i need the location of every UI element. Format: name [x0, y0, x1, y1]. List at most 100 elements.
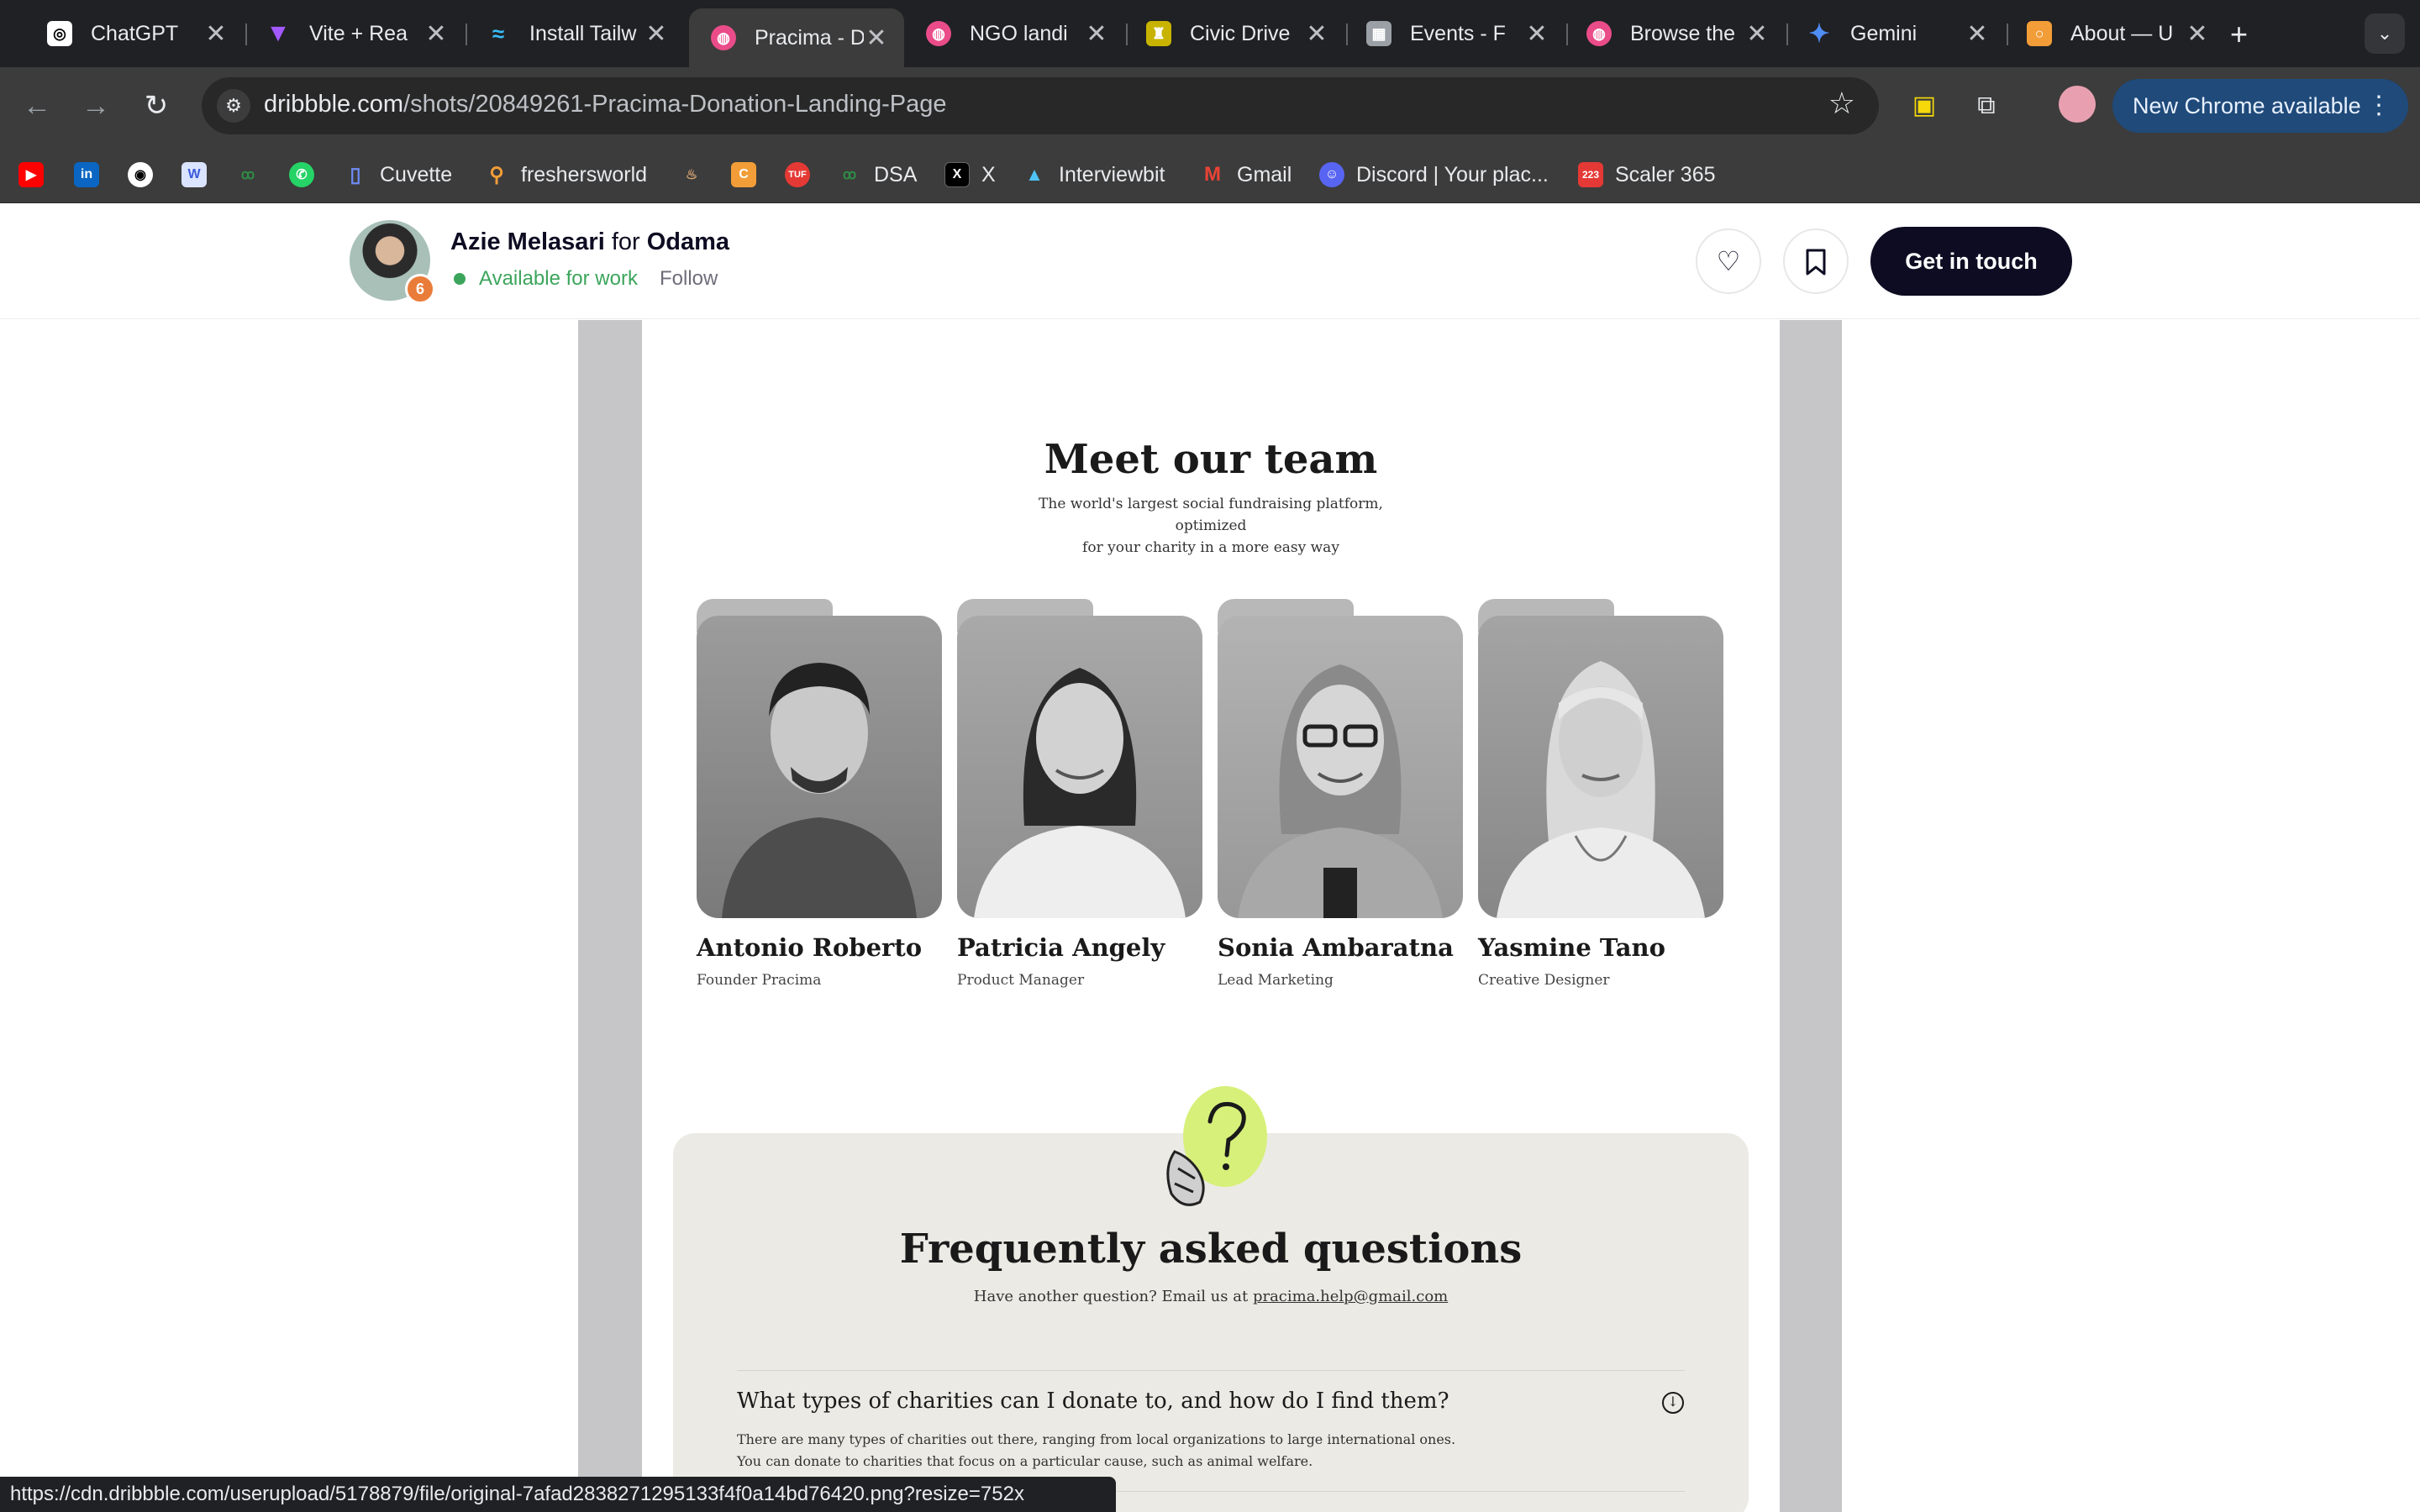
- back-button[interactable]: ←: [17, 86, 57, 126]
- member-photo: [697, 599, 942, 918]
- events-icon: ▦: [1366, 21, 1392, 46]
- bookmark-codechef[interactable]: ♨: [679, 160, 704, 190]
- faq-answer: There are many types of charities out th…: [737, 1431, 1456, 1469]
- gfg-icon: ꝏ: [240, 168, 255, 182]
- browser-tab[interactable]: ♜ Civic Drive ✕: [1124, 8, 1344, 59]
- close-icon[interactable]: ✕: [424, 19, 449, 49]
- bookmark-interviewbit[interactable]: ▲ Interviewbit: [1022, 160, 1165, 190]
- browser-tab[interactable]: ◍ NGO landi ✕: [904, 8, 1124, 59]
- team-member-card: Patricia Angely Product Manager: [957, 599, 1202, 989]
- designer-name[interactable]: Azie Melasari: [450, 228, 605, 255]
- like-button[interactable]: ♡: [1696, 228, 1761, 294]
- bookmark-linkedin[interactable]: in: [74, 160, 99, 190]
- bookmark-freshersworld[interactable]: ⚲ freshersworld: [484, 160, 647, 190]
- codechef-icon: ♨: [685, 168, 698, 182]
- browser-tab[interactable]: ○ About — U ✕: [2005, 8, 2225, 59]
- faq-subtitle: Have another question? Email us at praci…: [973, 1288, 1449, 1305]
- linkedin-icon: in: [74, 162, 99, 187]
- close-icon[interactable]: ✕: [1524, 19, 1549, 49]
- bookmark-tuf[interactable]: TUF: [785, 160, 810, 190]
- bookmark-youtube[interactable]: ▶: [18, 160, 44, 190]
- close-icon[interactable]: ✕: [1304, 19, 1329, 49]
- youtube-icon: ▶: [18, 162, 44, 187]
- team-section-subtitle: The world's largest social fundraising p…: [1039, 496, 1383, 556]
- browser-tab[interactable]: ◍ Browse the ✕: [1565, 8, 1785, 59]
- bookmarks-bar: ▶ in ◉ W ꝏ ✆ ▯ Cuvette ⚲ freshersworld ♨ C…: [0, 144, 2420, 203]
- shot-image: Meet our team The world's largest social…: [642, 320, 1780, 1512]
- close-icon[interactable]: ✕: [203, 19, 229, 49]
- w-icon: W: [182, 162, 207, 187]
- tab-search-button[interactable]: ⌄: [2365, 13, 2405, 54]
- whatsapp-icon: ✆: [289, 162, 314, 187]
- bookmark-icon: [1806, 249, 1826, 276]
- reload-button[interactable]: ↻: [136, 86, 176, 126]
- bookmark-gmail[interactable]: M Gmail: [1200, 160, 1292, 190]
- chevron-down-icon[interactable]: ↓: [1662, 1392, 1684, 1414]
- designer-byline: Azie Melasari for Odama: [450, 228, 730, 255]
- profile-avatar[interactable]: [2059, 86, 2096, 123]
- close-icon[interactable]: ✕: [644, 19, 669, 49]
- chrome-update-button[interactable]: New Chrome available ⋮: [2112, 79, 2408, 133]
- faq-title: Frequently asked questions: [899, 1226, 1523, 1273]
- faq-email-link[interactable]: pracima.help@gmail.com: [1253, 1288, 1448, 1305]
- bookmark-w[interactable]: W: [182, 160, 207, 190]
- dribbble-icon: ◍: [711, 25, 736, 50]
- more-menu-icon[interactable]: ⋮: [2366, 79, 2391, 133]
- bookmark-gfg[interactable]: ꝏ: [235, 160, 260, 190]
- browser-tab[interactable]: ▼ Vite + Rea ✕: [244, 8, 464, 59]
- bookmark-dsa[interactable]: ꝏ DSA: [837, 160, 918, 190]
- bookmark-scaler[interactable]: 223 Scaler 365: [1578, 160, 1716, 190]
- browser-tab[interactable]: ≈ Install Tailw ✕: [464, 8, 684, 59]
- team-section-title: Meet our team: [1044, 436, 1378, 483]
- question-illustration: [1166, 1086, 1267, 1206]
- member-photo: [1478, 599, 1723, 918]
- scaler-icon: 223: [1578, 162, 1603, 187]
- link-status-bar: https://cdn.dribbble.com/userupload/5178…: [0, 1477, 1116, 1512]
- close-icon[interactable]: ✕: [1084, 19, 1109, 49]
- bookmark-cuvette[interactable]: ▯ Cuvette: [343, 160, 452, 190]
- shot-header: 6 Azie Melasari for Odama Available for …: [0, 203, 2420, 319]
- close-icon[interactable]: ✕: [1744, 19, 1770, 49]
- x-icon: X: [944, 162, 970, 187]
- member-photo: [957, 599, 1202, 918]
- browser-tab[interactable]: ▦ Events - F ✕: [1344, 8, 1565, 59]
- close-icon[interactable]: ✕: [1965, 19, 1990, 49]
- member-role: Creative Designer: [1478, 972, 1610, 989]
- get-in-touch-button[interactable]: Get in touch: [1870, 227, 2072, 296]
- browser-tab[interactable]: ✦ Gemini ✕: [1785, 8, 2005, 59]
- browser-tab-active[interactable]: ◍ Pracima - D ✕: [689, 8, 904, 67]
- bookmark-whatsapp[interactable]: ✆: [289, 160, 314, 190]
- bookmark-discord[interactable]: ☺ Discord | Your plac...: [1319, 160, 1549, 190]
- browser-toolbar: ← → ↻ ⚙ dribbble.com/shots/20849261-Prac…: [0, 67, 2420, 144]
- member-role: Founder Pracima: [697, 972, 822, 989]
- browser-tab[interactable]: ◎ ChatGPT ✕: [25, 8, 244, 59]
- freshersworld-icon: ⚲: [489, 163, 504, 186]
- member-name: Yasmine Tano: [1478, 933, 1665, 962]
- member-role: Product Manager: [957, 972, 1085, 989]
- extension-icon[interactable]: ▣: [1904, 86, 1944, 126]
- interviewbit-icon: ▲: [1025, 164, 1044, 185]
- faq-question[interactable]: What types of charities can I donate to,…: [737, 1389, 1449, 1414]
- save-button[interactable]: [1783, 228, 1849, 294]
- bookmark-c[interactable]: C: [731, 160, 756, 190]
- address-bar[interactable]: ⚙ dribbble.com/shots/20849261-Pracima-Do…: [202, 77, 1879, 134]
- bookmark-star-icon[interactable]: ☆: [1828, 86, 1855, 121]
- close-icon[interactable]: ✕: [2185, 19, 2210, 49]
- civic-icon: ♜: [1146, 21, 1171, 46]
- site-info-icon[interactable]: ⚙: [217, 89, 250, 123]
- bookmark-github[interactable]: ◉: [128, 160, 153, 190]
- bookmark-x[interactable]: XX: [944, 160, 996, 190]
- member-name: Antonio Roberto: [697, 933, 923, 962]
- pro-badge: 6: [405, 274, 435, 304]
- member-name: Patricia Angely: [957, 933, 1165, 962]
- tuf-icon: TUF: [785, 162, 810, 187]
- availability-status[interactable]: Available for work: [454, 267, 638, 291]
- tab-strip: ◎ ChatGPT ✕ ▼ Vite + Rea ✕ ≈ Install Tai…: [0, 0, 2420, 67]
- forward-button[interactable]: →: [76, 86, 116, 126]
- close-icon[interactable]: ✕: [864, 24, 889, 53]
- extensions-puzzle-icon[interactable]: ⧉: [1966, 86, 2007, 126]
- url-text[interactable]: dribbble.com/shots/20849261-Pracima-Dona…: [264, 91, 947, 118]
- new-tab-button[interactable]: +: [2230, 17, 2248, 52]
- follow-link[interactable]: Follow: [660, 267, 718, 291]
- team-name[interactable]: Odama: [647, 228, 729, 255]
